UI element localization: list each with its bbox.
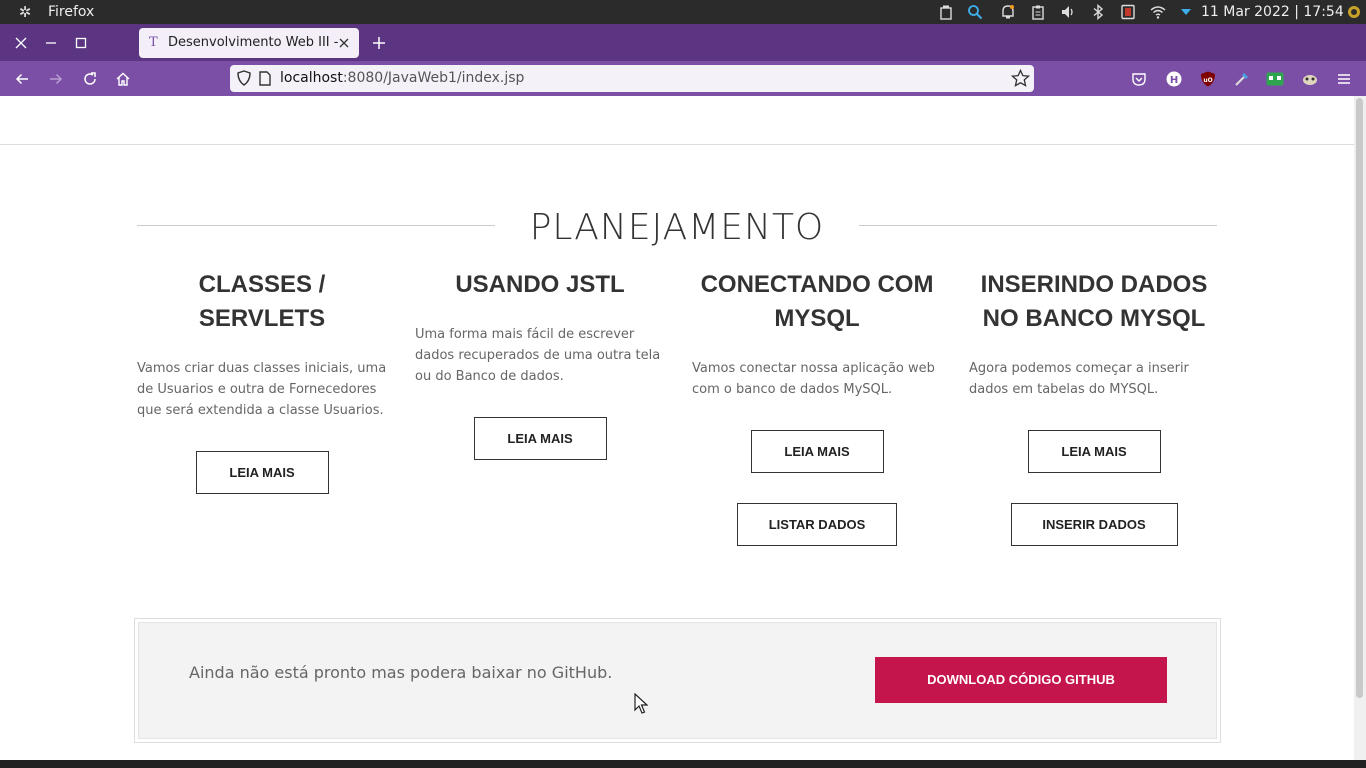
kde-launcher-icon[interactable]: ✲ (16, 3, 34, 21)
tray-expand-arrow-icon[interactable] (1177, 3, 1195, 21)
feature-title: CONECTANDO COM MYSQL (700, 271, 934, 332)
feature-title: USANDO JSTL (455, 271, 625, 298)
window-minimize-icon[interactable] (41, 33, 61, 53)
ublock-origin-icon[interactable]: uO (1199, 70, 1217, 88)
scrollbar-thumb[interactable] (1356, 98, 1363, 698)
leia-mais-button[interactable]: LEIA MAIS (473, 417, 607, 460)
page-info-icon[interactable] (258, 71, 272, 86)
bluetooth-icon[interactable] (1089, 3, 1107, 21)
green-extension-icon[interactable] (1266, 70, 1284, 88)
leia-mais-button[interactable]: LEIA MAIS (750, 430, 884, 473)
tab-title: Desenvolvimento Web III - H (168, 35, 340, 50)
new-tab-plus-icon[interactable] (369, 33, 389, 53)
github-cta-box: Ainda não está pronto mas podera baixar … (134, 618, 1221, 743)
feature-title: CLASSES / SERVLETS (198, 271, 326, 332)
tab-bar: T Desenvolvimento Web III - H (0, 24, 1366, 61)
header-divider (0, 144, 1354, 145)
feature-text: Uma forma mais fácil de escrever dados r… (415, 327, 661, 384)
clipboard-trash-icon[interactable] (937, 3, 955, 21)
mouse-cursor-icon (634, 692, 649, 715)
battery-app-icon[interactable] (1119, 3, 1137, 21)
clock[interactable]: 11 Mar 2022 | 17:54 (1201, 4, 1344, 20)
tracking-protection-shield-icon[interactable] (236, 70, 252, 86)
feature-column-mysql: CONECTANDO COM MYSQL Vamos conectar noss… (692, 268, 942, 546)
wifi-icon[interactable] (1149, 3, 1167, 21)
feature-text: Vamos criar duas classes iniciais, uma d… (137, 361, 387, 418)
power-icon[interactable] (1345, 3, 1363, 21)
feature-column-insert: INSERINDO DADOS NO BANCO MYSQL Agora pod… (969, 268, 1219, 546)
svg-text:uO: uO (1203, 77, 1212, 84)
active-app-name: Firefox (48, 4, 95, 20)
leia-mais-button[interactable]: LEIA MAIS (195, 451, 329, 494)
hamburger-menu-icon[interactable] (1335, 70, 1353, 88)
volume-icon[interactable] (1059, 3, 1077, 21)
download-github-button[interactable]: DOWNLOAD CÓDIGO GITHUB (875, 657, 1167, 703)
feature-title: INSERINDO DADOS NO BANCO MYSQL (980, 271, 1208, 332)
heading-rule-right (859, 225, 1217, 226)
url-path: :8080/JavaWeb1/index.jsp (342, 70, 525, 86)
inserir-dados-button[interactable]: INSERIR DADOS (1010, 503, 1178, 546)
pocket-icon[interactable] (1130, 70, 1148, 88)
url-text[interactable]: localhost:8080/JavaWeb1/index.jsp (280, 70, 524, 86)
window-close-icon[interactable] (11, 33, 31, 53)
page-footer-edge (0, 760, 1366, 768)
eyedropper-icon[interactable] (1233, 70, 1251, 88)
search-icon[interactable] (966, 3, 984, 21)
tab-active[interactable]: T Desenvolvimento Web III - H (139, 28, 359, 58)
back-arrow-icon[interactable] (11, 68, 33, 90)
window-maximize-icon[interactable] (71, 33, 91, 53)
forward-arrow-icon[interactable] (45, 68, 67, 90)
leia-mais-button[interactable]: LEIA MAIS (1027, 430, 1161, 473)
tab-close-icon[interactable] (337, 35, 351, 51)
page-viewport: PLANEJAMENTO CLASSES / SERVLETS Vamos cr… (0, 96, 1354, 760)
tampermonkey-icon[interactable] (1301, 70, 1319, 88)
url-bar[interactable]: localhost:8080/JavaWeb1/index.jsp (230, 65, 1034, 92)
feature-text: Agora podemos começar a inserir dados em… (969, 361, 1189, 397)
url-host: localhost (280, 70, 343, 86)
section-title: PLANEJAMENTO (529, 207, 825, 248)
github-cta-inner: Ainda não está pronto mas podera baixar … (138, 622, 1217, 739)
system-panel: ✲ Firefox 11 Mar 2022 | 17:54 (0, 0, 1366, 24)
home-icon[interactable] (112, 68, 134, 90)
notifications-bell-icon[interactable] (999, 3, 1017, 21)
reload-icon[interactable] (79, 68, 101, 90)
bookmark-star-icon[interactable] (1010, 68, 1031, 88)
feature-column-classes: CLASSES / SERVLETS Vamos criar duas clas… (137, 268, 387, 494)
section-heading: PLANEJAMENTO (137, 201, 1217, 251)
navigation-toolbar: localhost:8080/JavaWeb1/index.jsp H uO (0, 61, 1366, 96)
extension-h-icon[interactable]: H (1165, 70, 1183, 88)
feature-text: Vamos conectar nossa aplicação web com o… (692, 361, 935, 397)
listar-dados-button[interactable]: LISTAR DADOS (737, 503, 897, 546)
feature-column-jstl: USANDO JSTL Uma forma mais fácil de escr… (415, 268, 665, 460)
tab-favicon-icon: T (149, 35, 158, 50)
clipboard-icon[interactable] (1029, 3, 1047, 21)
cta-text: Ainda não está pronto mas podera baixar … (189, 663, 613, 682)
svg-text:H: H (1170, 75, 1178, 86)
